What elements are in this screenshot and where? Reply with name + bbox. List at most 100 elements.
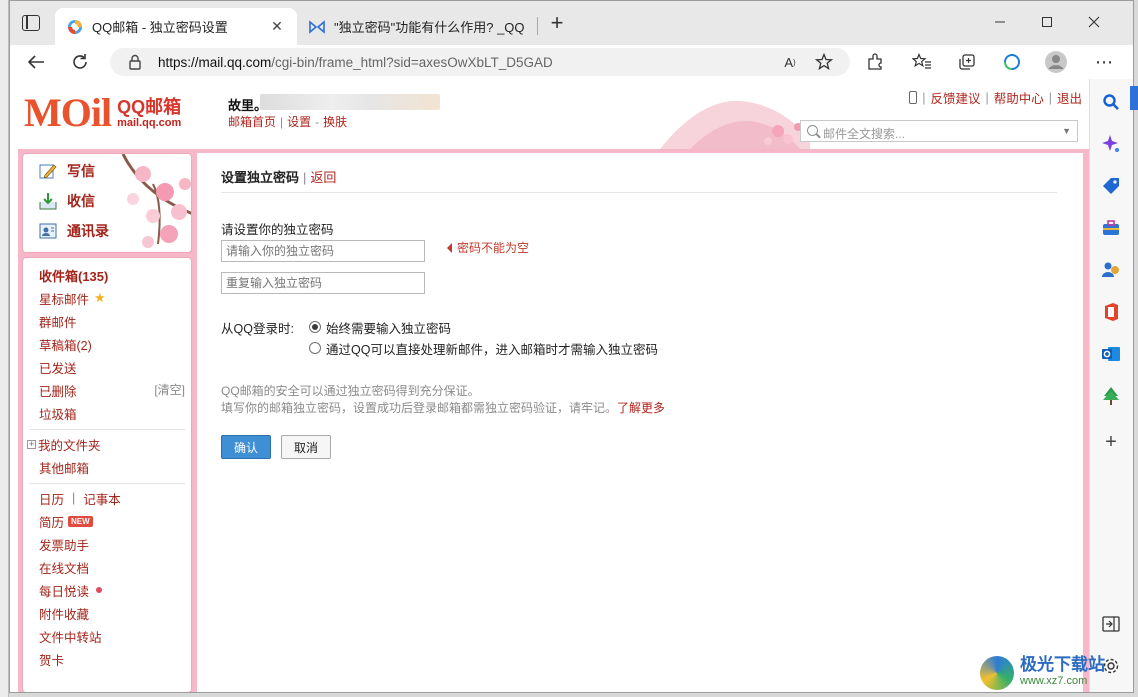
attachments-link[interactable]: 附件收藏 bbox=[39, 604, 89, 622]
shopping-tag-icon[interactable] bbox=[1100, 175, 1122, 197]
learn-more-link[interactable]: 了解更多 bbox=[617, 401, 665, 415]
clear-deleted-link[interactable]: [清空] bbox=[154, 381, 185, 398]
star-icon: ★ bbox=[94, 290, 106, 305]
refresh-icon[interactable] bbox=[68, 50, 92, 74]
edge-performance-icon[interactable] bbox=[1000, 50, 1024, 74]
other-mailbox[interactable]: 其他邮箱 bbox=[39, 458, 89, 476]
cancel-button[interactable]: 取消 bbox=[281, 435, 331, 459]
radio-button[interactable] bbox=[309, 342, 321, 354]
add-favorite-icon[interactable] bbox=[812, 50, 836, 74]
drop-tree-icon[interactable] bbox=[1100, 385, 1122, 407]
tab-qqmail[interactable]: QQ邮箱 - 独立密码设置 ✕ bbox=[55, 8, 297, 45]
my-folders-label: 我的文件夹 bbox=[38, 438, 101, 453]
pencil-icon bbox=[39, 164, 57, 179]
hide-sidebar-icon[interactable] bbox=[1100, 613, 1122, 635]
online-docs-link[interactable]: 在线文档 bbox=[39, 558, 89, 576]
file-transfer-link[interactable]: 文件中转站 bbox=[39, 627, 102, 645]
back-arrow-icon[interactable] bbox=[24, 50, 48, 74]
compose-button[interactable]: 写信 bbox=[39, 160, 95, 182]
address-bar[interactable]: https://mail.qq.com/cgi-bin/frame_html?s… bbox=[110, 48, 850, 76]
qqmail-logo[interactable]: MOil QQ邮箱 mail.qq.com bbox=[24, 93, 181, 133]
feedback-link[interactable]: 反馈建议 bbox=[930, 88, 980, 107]
add-sidebar-app-icon[interactable]: + bbox=[1100, 431, 1122, 453]
tab-strip: QQ邮箱 - 独立密码设置 ✕ "独立密码"功能有什么作用? _QQ + bbox=[10, 1, 1133, 45]
radio-direct-label: 通过QQ可以直接处理新邮件，进入邮箱时才需输入独立密码 bbox=[326, 342, 658, 357]
outlook-icon[interactable] bbox=[1100, 343, 1122, 365]
logo-text: MOil bbox=[24, 90, 112, 135]
folder-starred[interactable]: 星标邮件 ★ bbox=[39, 289, 106, 307]
daily-read-link[interactable]: 每日悦读 bbox=[39, 581, 103, 599]
games-people-icon[interactable] bbox=[1100, 259, 1122, 281]
page-title: 设置独立密码 | 返回 bbox=[221, 170, 337, 185]
radio-always-require[interactable]: 始终需要输入独立密码 bbox=[309, 318, 451, 336]
calendar-notes: 日历 | 记事本 bbox=[39, 489, 121, 507]
contacts-button[interactable]: 通讯录 bbox=[39, 220, 109, 242]
instruction-note: 填写你的邮箱独立密码，设置成功后登录邮箱都需独立密码验证，请牢记。了解更多 bbox=[221, 399, 665, 416]
password-input[interactable] bbox=[221, 240, 425, 262]
mail-search-input[interactable]: 邮件全文搜索... ▼ bbox=[800, 120, 1078, 142]
address-book-icon bbox=[39, 223, 57, 239]
left-sidebar: 写信 收信 通讯录 收件箱(135) 星标邮件 ★ 群邮件 草稿箱(2) 已发送… bbox=[22, 153, 192, 692]
back-link[interactable]: 返回 bbox=[310, 170, 336, 185]
expand-plus-icon[interactable]: + bbox=[27, 439, 36, 449]
divider bbox=[29, 429, 185, 430]
minimize-icon[interactable] bbox=[985, 11, 1015, 33]
radio-always-label: 始终需要输入独立密码 bbox=[326, 321, 452, 336]
chevron-down-icon[interactable]: ▼ bbox=[1062, 126, 1071, 136]
daily-read-label: 每日悦读 bbox=[39, 584, 90, 599]
watermark: 极光下载站 www.xz7.com bbox=[980, 653, 1130, 693]
folder-deleted[interactable]: 已删除 bbox=[39, 381, 77, 399]
resume-link[interactable]: 简历 NEW bbox=[39, 512, 93, 530]
new-tab-icon[interactable]: + bbox=[546, 12, 568, 35]
tab-separator bbox=[537, 17, 538, 35]
folder-group[interactable]: 群邮件 bbox=[39, 312, 77, 330]
collections-icon[interactable] bbox=[955, 50, 979, 74]
brand-name: QQ邮箱 bbox=[117, 96, 182, 117]
close-window-icon[interactable] bbox=[1079, 11, 1109, 33]
receive-button[interactable]: 收信 bbox=[39, 190, 95, 212]
copilot-sparkle-icon[interactable] bbox=[1100, 133, 1122, 155]
tab-actions-icon[interactable] bbox=[22, 15, 40, 31]
tab-title: "独立密码"功能有什么作用? _QQ bbox=[334, 20, 525, 35]
skin-link[interactable]: 换肤 bbox=[323, 115, 347, 129]
notes-link[interactable]: 记事本 bbox=[83, 489, 121, 508]
url-text[interactable]: https://mail.qq.com/cgi-bin/frame_html?s… bbox=[158, 55, 553, 70]
calendar-link[interactable]: 日历 bbox=[39, 489, 64, 508]
mail-home-link[interactable]: 邮箱首页 bbox=[228, 115, 276, 129]
read-aloud-icon[interactable]: A) bbox=[778, 50, 802, 74]
lock-icon[interactable] bbox=[128, 54, 142, 70]
radio-direct-process[interactable]: 通过QQ可以直接处理新邮件，进入邮箱时才需输入独立密码 bbox=[309, 339, 658, 357]
folder-inbox[interactable]: 收件箱(135) bbox=[39, 266, 108, 284]
profile-avatar-icon[interactable] bbox=[1044, 50, 1068, 74]
watermark-cn: 极光下载站 bbox=[1020, 655, 1105, 674]
close-tab-icon[interactable]: ✕ bbox=[269, 18, 285, 35]
favorites-icon[interactable] bbox=[910, 50, 934, 74]
folder-list: 收件箱(135) 星标邮件 ★ 群邮件 草稿箱(2) 已发送 已删除 [清空] 垃… bbox=[22, 257, 192, 692]
settings-link[interactable]: 设置 bbox=[287, 115, 311, 129]
confirm-button[interactable]: 确认 bbox=[221, 435, 271, 459]
desktop-background-right bbox=[1130, 86, 1138, 110]
office-icon[interactable] bbox=[1100, 301, 1122, 323]
invoice-assistant-link[interactable]: 发票助手 bbox=[39, 535, 89, 553]
edge-sidebar: + bbox=[1089, 79, 1133, 692]
unread-dot-icon bbox=[96, 587, 103, 593]
logout-link[interactable]: 退出 bbox=[1057, 88, 1082, 107]
tab-help-article[interactable]: "独立密码"功能有什么作用? _QQ bbox=[297, 8, 537, 45]
greeting-card-link[interactable]: 贺卡 bbox=[39, 650, 64, 668]
radio-button-selected[interactable] bbox=[309, 321, 321, 333]
search-icon[interactable] bbox=[1100, 91, 1122, 113]
folder-trash[interactable]: 垃圾箱 bbox=[39, 404, 77, 422]
more-menu-icon[interactable]: ⋯ bbox=[1092, 50, 1116, 74]
tools-briefcase-icon[interactable] bbox=[1100, 217, 1122, 239]
extensions-icon[interactable] bbox=[863, 50, 887, 74]
my-folders[interactable]: + 我的文件夹 bbox=[27, 435, 101, 453]
bow-tie-favicon-icon bbox=[309, 19, 325, 34]
help-center-link[interactable]: 帮助中心 bbox=[994, 88, 1044, 107]
mobile-phone-icon[interactable] bbox=[909, 91, 918, 104]
header-blossom-decoration bbox=[660, 100, 810, 149]
folder-starred-label: 星标邮件 bbox=[39, 292, 90, 307]
maximize-icon[interactable] bbox=[1032, 11, 1062, 33]
password-repeat-input[interactable] bbox=[221, 272, 425, 294]
folder-sent[interactable]: 已发送 bbox=[39, 358, 77, 376]
folder-drafts[interactable]: 草稿箱(2) bbox=[39, 335, 92, 353]
